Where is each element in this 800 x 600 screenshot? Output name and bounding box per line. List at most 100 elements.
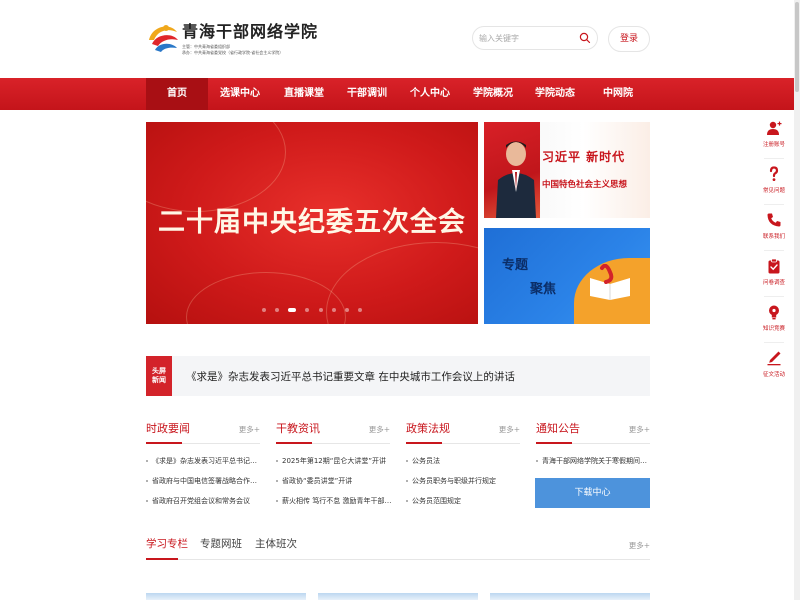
- nav-item-course-center[interactable]: 选课中心: [208, 78, 272, 110]
- list-item[interactable]: 2025年第12期“昆仑大讲堂”开讲: [276, 454, 392, 474]
- logo[interactable]: 青海干部网络学院 主管：中共青海省委组织部 承办：中共青海省委党校（省行政学院·…: [146, 18, 317, 62]
- side-label: 征文活动: [762, 372, 785, 378]
- tab-active-underline: [146, 558, 178, 560]
- header: 青海干部网络学院 主管：中共青海省委组织部 承办：中共青海省委党校（省行政学院·…: [0, 0, 800, 78]
- course-thumbnail[interactable]: [490, 593, 650, 600]
- side-divider: [764, 342, 784, 343]
- side-contact[interactable]: 联系我们: [756, 208, 792, 250]
- download-center-button[interactable]: 下载中心: [535, 478, 650, 508]
- tab-study-column[interactable]: 学习专栏: [146, 536, 188, 551]
- more-link[interactable]: 更多+: [629, 540, 650, 551]
- list-item[interactable]: 公务员范围规定: [406, 494, 522, 514]
- side-divider: [764, 250, 784, 251]
- side-divider: [764, 158, 784, 159]
- portrait-image: [496, 141, 536, 218]
- nav-item-celap[interactable]: 中网院: [586, 78, 650, 110]
- nav-item-academy-overview[interactable]: 学院概况: [462, 78, 524, 110]
- tab-topic-classes[interactable]: 专题网班: [200, 536, 242, 551]
- carousel-dot[interactable]: [262, 308, 267, 312]
- headline-link[interactable]: 《求是》杂志发表习近平总书记重要文章 在中央城市工作会议上的讲话: [186, 369, 515, 384]
- more-link[interactable]: 更多+: [369, 424, 390, 435]
- carousel-dot[interactable]: [331, 308, 336, 312]
- hero-carousel[interactable]: 二十届中央纪委五次全会: [146, 122, 478, 324]
- headline-badge-line1: 头屏: [152, 367, 166, 375]
- phone-icon: [767, 213, 781, 227]
- course-thumbnail[interactable]: [318, 593, 478, 600]
- more-link[interactable]: 更多+: [499, 424, 520, 435]
- side-label: 联系我们: [762, 234, 785, 240]
- site-title: 青海干部网络学院: [182, 22, 319, 41]
- list-item[interactable]: 青海干部网络学院关于寒假期间有关事...: [536, 454, 652, 474]
- carousel-dot[interactable]: [275, 308, 280, 312]
- side-label: 知识竞赛: [762, 326, 785, 332]
- column-title[interactable]: 时政要闻: [146, 420, 190, 436]
- thought-banner-title: 习近平 新时代: [542, 150, 626, 164]
- side-label: 注册账号: [762, 142, 785, 148]
- more-link[interactable]: 更多+: [629, 424, 650, 435]
- carousel-dot[interactable]: [318, 308, 323, 312]
- list-item[interactable]: 公务员职务与职级并行规定: [406, 474, 522, 494]
- study-tabs: 学习专栏 专题网班 主体班次 更多+: [146, 530, 650, 560]
- headline-badge: 头屏 新闻: [146, 356, 172, 396]
- column-title-underline: [146, 442, 182, 444]
- side-divider: [764, 296, 784, 297]
- topic-focus-banner[interactable]: 专题 聚焦: [484, 228, 650, 324]
- column-title[interactable]: 通知公告: [536, 420, 580, 436]
- list-item[interactable]: 薪火相传 笃行不怠 激励青年干部奋好...: [276, 494, 392, 514]
- list-item[interactable]: 《求是》杂志发表习近平总书记重要文...: [146, 454, 262, 474]
- carousel-dot[interactable]: [344, 308, 349, 312]
- nav-item-personal-center[interactable]: 个人中心: [398, 78, 462, 110]
- side-quiz[interactable]: 知识竞赛: [756, 300, 792, 342]
- lightbulb-icon: [769, 305, 779, 320]
- hero-title: 二十届中央纪委五次全会: [158, 207, 466, 238]
- search-box: [472, 26, 598, 50]
- side-essay[interactable]: 征文活动: [756, 346, 792, 388]
- headline-badge-line2: 新闻: [152, 376, 166, 384]
- carousel-dot[interactable]: [288, 308, 297, 312]
- carousel-dots: [146, 297, 478, 316]
- side-label: 常见问题: [762, 188, 785, 194]
- site-organizer: 承办：中共青海省委党校（省行政学院·省社会主义学院）: [182, 50, 284, 55]
- question-icon: [769, 166, 779, 181]
- tabs-divider: [146, 559, 650, 560]
- list-item[interactable]: 公务员法: [406, 454, 522, 474]
- book-icon: [590, 264, 630, 300]
- column-title[interactable]: 干教资讯: [276, 420, 320, 436]
- list-item[interactable]: 省政府召开党组会议和常务会议: [146, 494, 262, 514]
- list-item[interactable]: 省政协“委员讲堂”开讲: [276, 474, 392, 494]
- decor-swirl: [146, 122, 286, 212]
- headline-strip: 头屏 新闻 《求是》杂志发表习近平总书记重要文章 在中央城市工作会议上的讲话: [146, 356, 650, 396]
- tab-main-classes[interactable]: 主体班次: [255, 536, 297, 551]
- topic-banner-line1: 专题: [502, 258, 529, 273]
- scrollbar-thumb[interactable]: [795, 2, 799, 92]
- column-title[interactable]: 政策法规: [406, 420, 450, 436]
- nav-item-cadre-training[interactable]: 干部调训: [336, 78, 398, 110]
- side-survey[interactable]: 问卷调查: [756, 254, 792, 296]
- page: 青海干部网络学院 主管：中共青海省委组织部 承办：中共青海省委党校（省行政学院·…: [0, 0, 800, 600]
- news-list: 青海干部网络学院关于寒假期间有关事...: [536, 454, 652, 474]
- add-user-icon: [767, 121, 782, 135]
- course-thumbnail[interactable]: [146, 593, 306, 600]
- thought-banner-subtitle: 中国特色社会主义思想: [542, 180, 628, 190]
- thought-banner[interactable]: 习近平 新时代 中国特色社会主义思想: [484, 122, 650, 218]
- site-supervisor: 主管：中共青海省委组织部: [182, 44, 230, 49]
- side-register[interactable]: 注册账号: [756, 116, 792, 158]
- news-list: 2025年第12期“昆仑大讲堂”开讲 省政协“委员讲堂”开讲 薪火相传 笃行不怠…: [276, 454, 392, 514]
- nav-item-live-class[interactable]: 直播课堂: [272, 78, 336, 110]
- nav-item-home[interactable]: 首页: [146, 78, 208, 110]
- side-faq[interactable]: 常见问题: [756, 162, 792, 204]
- search-input[interactable]: [479, 30, 579, 46]
- login-button[interactable]: 登录: [608, 26, 650, 52]
- topic-banner-line2: 聚焦: [530, 282, 557, 297]
- side-label: 问卷调查: [762, 280, 785, 286]
- column-title-underline: [276, 442, 312, 444]
- news-list: 《求是》杂志发表习近平总书记重要文... 省政府与中国电信签署战略合作协议 ..…: [146, 454, 262, 514]
- carousel-dot[interactable]: [305, 308, 310, 312]
- column-title-underline: [406, 442, 442, 444]
- nav-item-academy-news[interactable]: 学院动态: [524, 78, 586, 110]
- main-nav: 首页 选课中心 直播课堂 干部调训 个人中心 学院概况 学院动态 中网院: [0, 78, 800, 110]
- carousel-dot[interactable]: [357, 308, 362, 312]
- more-link[interactable]: 更多+: [239, 424, 260, 435]
- search-icon[interactable]: [579, 32, 591, 44]
- list-item[interactable]: 省政府与中国电信签署战略合作协议 ...: [146, 474, 262, 494]
